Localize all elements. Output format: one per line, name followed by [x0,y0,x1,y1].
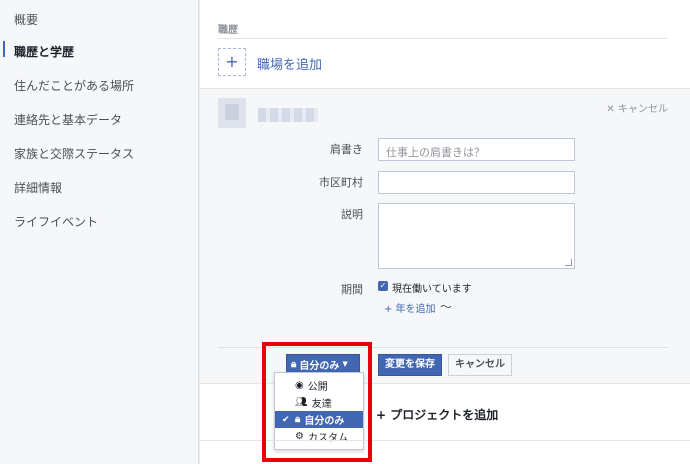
cancel-edit-label: キャンセル [618,104,668,115]
description-textarea[interactable] [378,203,575,269]
sidebar-item-details[interactable]: 詳細情報 [14,179,62,196]
cancel-button[interactable]: キャンセル [448,354,512,376]
city-label: 市区町村 [319,176,363,189]
add-project-link[interactable]: + プロジェクトを追加 [376,406,498,423]
active-nav-marker [3,41,5,57]
section-title-work: 職歴 [218,25,238,36]
period-separator: 〜 [440,300,453,314]
period-label: 期間 [341,283,363,296]
description-label: 説明 [341,208,363,221]
position-label: 肩書き [330,143,363,156]
x-icon: ✕ [606,104,615,115]
add-workplace-link[interactable]: 職場を追加 [257,54,322,73]
add-year-link[interactable]: + 年を追加 [384,300,436,315]
workplace-avatar [218,98,246,128]
highlight-annotation-box [262,342,372,462]
sidebar-item-work-education[interactable]: 職歴と学歴 [14,43,74,60]
section-divider [218,38,668,39]
sidebar-item-overview[interactable]: 概要 [14,11,38,28]
current-job-checkbox[interactable]: ✓ [378,281,388,291]
current-job-label: 現在働いています [392,284,472,295]
profile-sidebar: 概要 職歴と学歴 住んだことがある場所 連絡先と基本データ 家族と交際ステータス… [0,0,199,464]
sidebar-item-life-events[interactable]: ライフイベント [14,213,98,230]
city-input[interactable] [378,171,575,194]
sidebar-item-places-lived[interactable]: 住んだことがある場所 [14,77,134,94]
sidebar-item-family-relationships[interactable]: 家族と交際ステータス [14,145,134,162]
add-workplace-icon[interactable]: + [218,48,246,76]
position-placeholder: 仕事上の肩書きは？ [386,146,485,159]
save-changes-button[interactable]: 変更を保存 [378,354,442,376]
position-input[interactable]: 仕事上の肩書きは？ [378,138,575,161]
workplace-name-blurred [258,108,318,122]
cancel-edit-link[interactable]: ✕ キャンセル [606,100,668,115]
sidebar-item-contact-info[interactable]: 連絡先と基本データ [14,111,122,128]
